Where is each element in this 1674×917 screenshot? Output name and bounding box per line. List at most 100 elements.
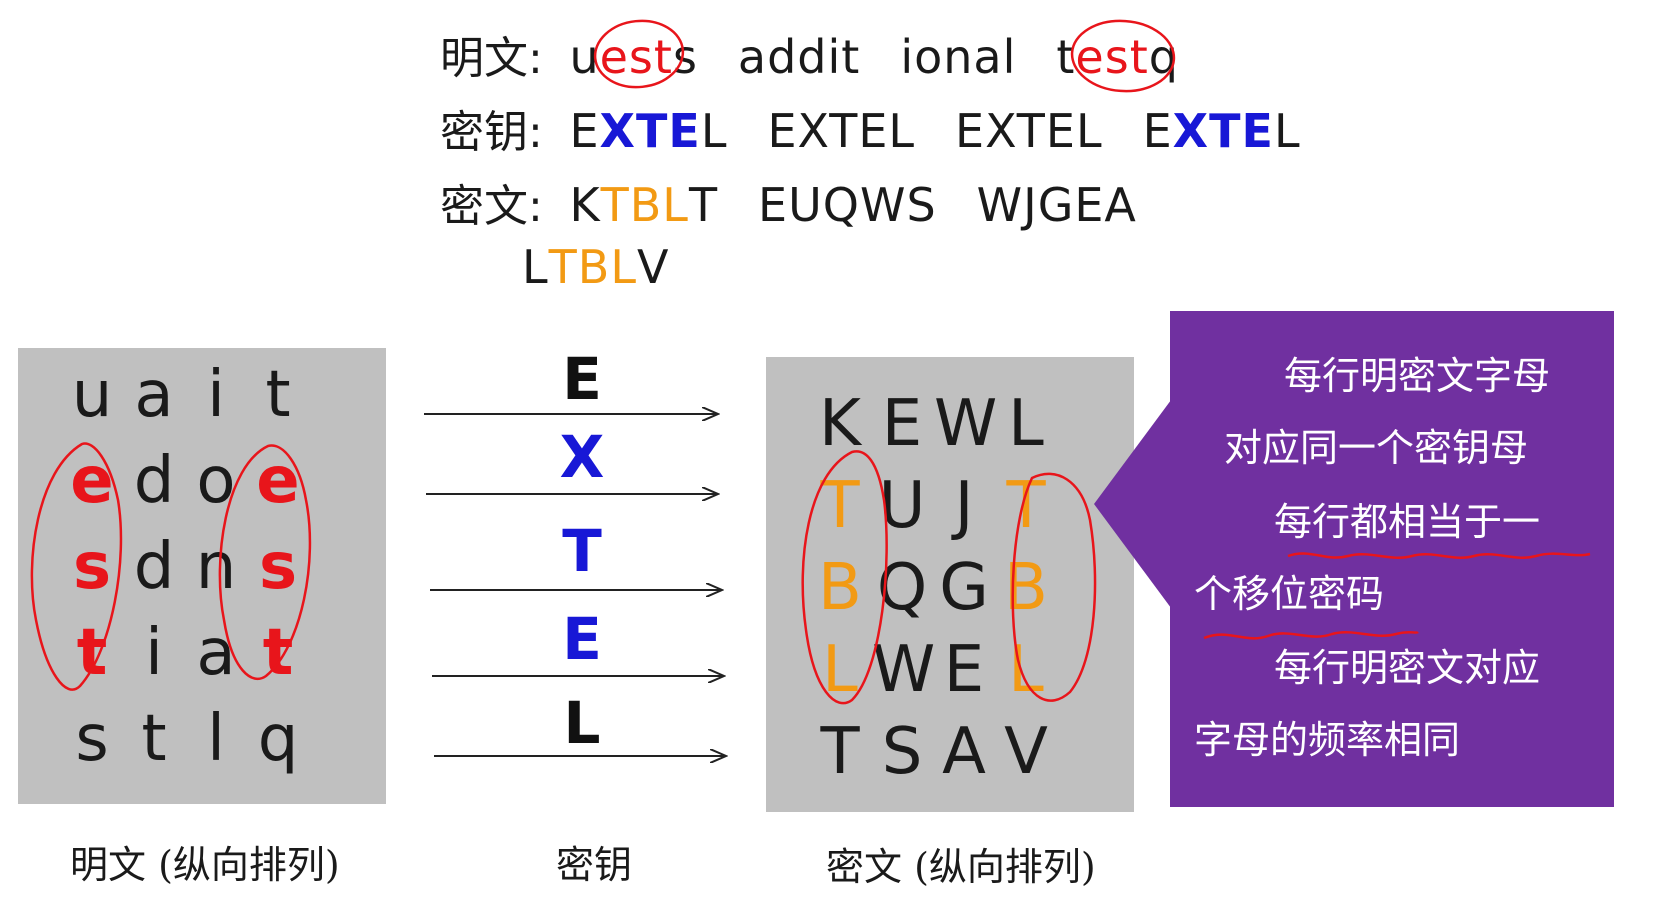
ciphertext-grid-cell: W bbox=[872, 633, 936, 707]
plaintext-segment: t bbox=[1129, 30, 1149, 84]
plaintext-grid-cell: d bbox=[133, 444, 175, 518]
ciphertext-grid-cell: B bbox=[818, 551, 862, 625]
ciphertext-grid-cell: L bbox=[1008, 387, 1044, 461]
key-word: EXTEL bbox=[767, 108, 915, 154]
plaintext-segment: s bbox=[672, 30, 698, 84]
plaintext-grid-cell: n bbox=[195, 530, 237, 604]
key-segment: L bbox=[700, 104, 728, 158]
ciphertext-line: 密文: KTBLT EUQWS WJGEA bbox=[440, 182, 1177, 229]
plaintext-grid-cell: t bbox=[262, 616, 294, 690]
key-column-caption: 密钥 bbox=[556, 843, 633, 887]
plaintext-grid-cell: u bbox=[71, 358, 113, 432]
ciphertext-grid-cell: B bbox=[1004, 551, 1048, 625]
ciphertext-segment: B bbox=[577, 240, 611, 294]
ciphertext-grid-cell: T bbox=[820, 715, 860, 789]
ciphertext-segment: L bbox=[662, 178, 689, 232]
ciphertext-grid-cell: Q bbox=[876, 551, 928, 625]
ciphertext-grid-cell: L bbox=[1008, 633, 1044, 707]
ciphertext-grid-cell: J bbox=[954, 469, 974, 543]
ciphertext-grid-cell: V bbox=[1004, 715, 1048, 789]
plaintext-segment: t bbox=[653, 30, 673, 84]
ciphertext-segment: B bbox=[629, 178, 663, 232]
ciphertext-segment: WJGEA bbox=[976, 178, 1137, 232]
ciphertext-grid-panel: KEWLTUJTBQGBLWELTSAV bbox=[766, 357, 1134, 812]
callout-line-5: 每行明密文对应 bbox=[1274, 646, 1541, 690]
ciphertext-grid-row: BQGB bbox=[766, 553, 1134, 623]
plaintext-grid-cell: s bbox=[72, 530, 112, 604]
ciphertext-segment: K bbox=[569, 178, 601, 232]
callout-pointer bbox=[1094, 396, 1174, 612]
plaintext-segment: e bbox=[599, 30, 629, 84]
plaintext-segment: t bbox=[1056, 30, 1076, 84]
callout-line-3: 每行都相当于一 bbox=[1274, 500, 1541, 544]
key-segment: E bbox=[569, 104, 600, 158]
callout-line-6: 字母的频率相同 bbox=[1194, 718, 1461, 762]
ciphertext-grid-cell: A bbox=[942, 715, 986, 789]
ciphertext-segment: L bbox=[610, 240, 637, 294]
callout-line-1: 每行明密文字母 bbox=[1284, 354, 1551, 398]
plaintext-grid-row: uait bbox=[18, 360, 386, 430]
ciphertext-wrap-word: LTBLV bbox=[522, 244, 669, 290]
plaintext-grid-cell: s bbox=[75, 702, 109, 776]
plaintext-segment: s bbox=[1104, 30, 1130, 84]
ciphertext-grid-cell: L bbox=[822, 633, 858, 707]
key-letter: E bbox=[562, 345, 602, 413]
plaintext-grid-cell: a bbox=[196, 616, 236, 690]
plaintext-words: uests addit ional testq bbox=[569, 30, 1218, 84]
plaintext-word: uests bbox=[569, 34, 697, 80]
ciphertext-grid-cell: E bbox=[943, 633, 985, 707]
ciphertext-grid-caption: 密文 (纵向排列) bbox=[826, 845, 1096, 889]
plaintext-grid-cell: t bbox=[265, 358, 291, 432]
key-segment: T bbox=[636, 104, 669, 158]
key-segment: L bbox=[1273, 104, 1301, 158]
plaintext-word: testq bbox=[1056, 34, 1179, 80]
plaintext-grid-cell: t bbox=[141, 702, 167, 776]
plaintext-segment: u bbox=[569, 30, 600, 84]
ciphertext-segment: T bbox=[688, 178, 719, 232]
plaintext-segment: q bbox=[1148, 30, 1179, 84]
ciphertext-grid-cell: U bbox=[878, 469, 926, 543]
ciphertext-grid-cell: E bbox=[881, 387, 923, 461]
ciphertext-words: KTBLT EUQWS WJGEA bbox=[569, 178, 1176, 232]
ciphertext-grid-cell: S bbox=[881, 715, 923, 789]
key-letter: L bbox=[563, 689, 601, 757]
key-line: 密钥: EXTEL EXTEL EXTEL EXTEL bbox=[440, 108, 1341, 155]
plaintext-word: ional bbox=[900, 34, 1016, 80]
ciphertext-segment: T bbox=[600, 178, 630, 232]
plaintext-grid-cell: s bbox=[258, 530, 298, 604]
key-segment: E bbox=[1241, 104, 1274, 158]
key-word: EXTEL bbox=[569, 108, 727, 154]
ciphertext-grid-cell: W bbox=[934, 387, 998, 461]
ciphertext-grid-row: LWEL bbox=[766, 635, 1134, 705]
ciphertext-segment: EUQWS bbox=[758, 178, 937, 232]
ciphertext-grid-cell: T bbox=[1006, 469, 1046, 543]
plaintext-grid-row: sdns bbox=[18, 532, 386, 602]
ciphertext-word: EUQWS bbox=[758, 182, 937, 228]
ciphertext-grid-cell: T bbox=[820, 469, 860, 543]
plaintext-word: addit bbox=[738, 34, 860, 80]
ciphertext-grid-row: KEWL bbox=[766, 389, 1134, 459]
ciphertext-grid-cell: G bbox=[939, 551, 989, 625]
key-segment: E bbox=[1142, 104, 1173, 158]
key-words: EXTEL EXTEL EXTEL EXTEL bbox=[569, 104, 1340, 158]
plaintext-segment: addit bbox=[737, 30, 861, 84]
key-segment: T bbox=[1209, 104, 1242, 158]
key-segment: EXTEL bbox=[955, 104, 1103, 158]
ciphertext-grid-row: TSAV bbox=[766, 717, 1134, 787]
explanation-callout: 每行明密文字母 对应同一个密钥母 每行都相当于一 个移位密码 每行明密文对应 字… bbox=[1170, 311, 1614, 807]
plaintext-grid-row: edoe bbox=[18, 446, 386, 516]
callout-line-4: 个移位密码 bbox=[1194, 572, 1385, 616]
plaintext-grid-row: tiat bbox=[18, 618, 386, 688]
plaintext-grid-cell: a bbox=[134, 358, 174, 432]
plaintext-grid-cell: d bbox=[133, 530, 175, 604]
plaintext-label: 明文: bbox=[440, 33, 543, 84]
key-segment: E bbox=[668, 104, 701, 158]
plaintext-segment: ional bbox=[900, 30, 1017, 84]
key-word: EXTEL bbox=[955, 108, 1103, 154]
plaintext-grid-caption: 明文 (纵向排列) bbox=[70, 843, 340, 887]
plaintext-segment: s bbox=[628, 30, 654, 84]
key-word: EXTEL bbox=[1143, 108, 1301, 154]
key-segment: X bbox=[1172, 104, 1210, 158]
plaintext-grid-cell: i bbox=[207, 358, 225, 432]
ciphertext-segment: L bbox=[522, 240, 549, 294]
